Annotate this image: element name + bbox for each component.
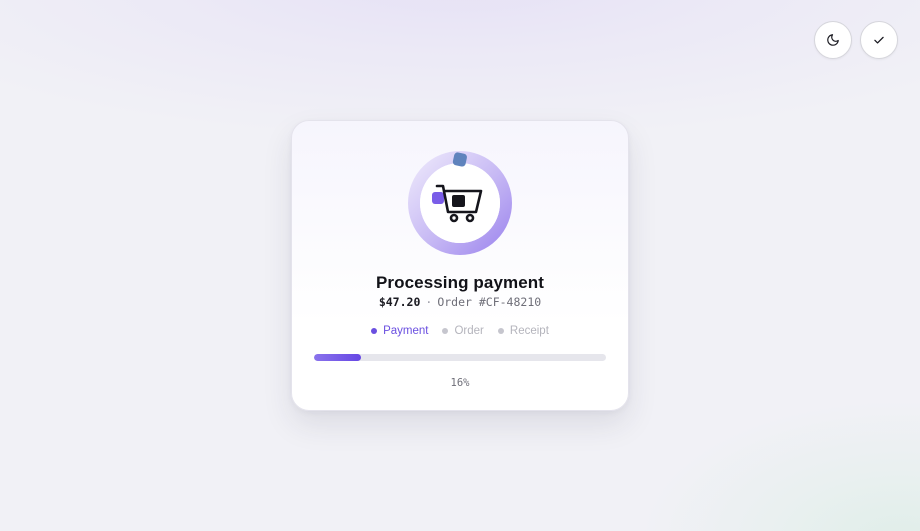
progress-percent: 16%: [450, 377, 470, 389]
progress-bar-fill: [314, 354, 361, 361]
step-dot: [497, 328, 504, 334]
step-dot: [371, 328, 378, 334]
step-dot: [442, 328, 449, 334]
progress-bar: [314, 354, 606, 361]
page-title: Processing payment: [375, 273, 545, 292]
theme-toggle-button[interactable]: [814, 21, 852, 59]
step-label: Payment: [383, 325, 429, 337]
payment-status-card: Processing payment $47.20 · Order #CF-4821…: [291, 120, 629, 411]
moon-icon: [826, 33, 840, 47]
order-summary: $47.20 · Order #CF-48210: [292, 295, 628, 309]
step-label: Receipt: [509, 325, 549, 337]
progress-ring: [406, 149, 514, 257]
confirm-button[interactable]: [860, 21, 898, 59]
step-payment: Payment: [371, 325, 428, 337]
payment-amount: $47.20: [378, 295, 421, 309]
step-order: Order: [442, 325, 484, 337]
step-receipt: Receipt: [497, 325, 549, 337]
step-label: Order: [454, 325, 484, 337]
step-indicator: Payment Order Receipt: [292, 325, 628, 337]
check-icon: [872, 33, 886, 47]
order-number: Order #CF-48210: [437, 295, 542, 309]
separator: ·: [425, 295, 433, 309]
orbit-marker-secondary: [432, 192, 444, 204]
